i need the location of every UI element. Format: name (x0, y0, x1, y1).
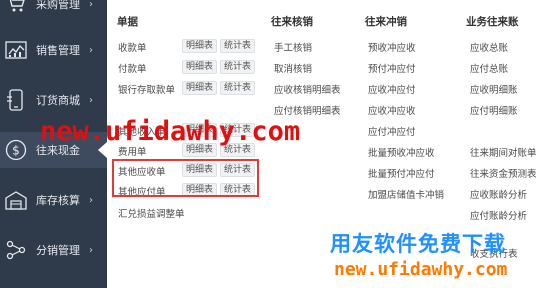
sidebar-item-label: 分销管理 (36, 244, 80, 257)
menu-item-business-6[interactable]: 往来资金预测表 (470, 166, 537, 180)
summary-report-tag[interactable]: 统计表 (220, 81, 256, 95)
warehouse-icon (4, 189, 28, 211)
menu-item-offset-2[interactable]: 预付冲应付 (368, 61, 416, 75)
detail-report-tag[interactable]: 明细表 (182, 39, 218, 53)
chevron-right-icon: › (89, 0, 93, 10)
chevron-right-icon: › (89, 44, 93, 56)
sidebar-item-inventory[interactable]: 库存核算 › (0, 182, 107, 218)
detail-report-tag[interactable]: 明细表 (182, 81, 218, 95)
menu-item-offset-6[interactable]: 批量预收冲应收 (368, 145, 435, 159)
dollar-icon: $ (4, 139, 28, 161)
chevron-right-icon: › (89, 244, 93, 256)
menu-item-payment[interactable]: 付款单 (118, 61, 147, 75)
sidebar-item-label: 库存核算 (36, 194, 80, 207)
column-title-documents: 单据 (117, 16, 138, 28)
cart-icon (4, 0, 28, 15)
sidebar-item-order-mall[interactable]: 订货商城 › (0, 82, 107, 118)
menu-item-business-5[interactable]: 往来期间对账单 (470, 145, 537, 159)
menu-item-business-7[interactable]: 应收账龄分析 (470, 187, 527, 201)
menu-item-business-8[interactable]: 应付账龄分析 (470, 208, 527, 222)
menu-item-fx-adjustment[interactable]: 汇兑损益调整单 (118, 206, 185, 220)
phone-icon (4, 89, 28, 111)
watermark-url-orange: new.ufidawhy.com (334, 259, 508, 280)
chart-icon (4, 39, 28, 61)
watermark-brand-blue: 用友软件免费下载 (330, 232, 506, 256)
summary-report-tag[interactable]: 统计表 (220, 39, 256, 53)
sidebar-item-label: 采购管理 (36, 0, 80, 11)
menu-item-ar-verify-detail[interactable]: 应收核销明细表 (274, 82, 341, 96)
sidebar-item-label: 销售管理 (36, 44, 80, 57)
menu-item-business-4[interactable]: 应付明细账 (470, 103, 518, 117)
menu-item-offset-1[interactable]: 预收冲应收 (368, 40, 416, 54)
sidebar-item-purchase[interactable]: 采购管理 › (0, 0, 107, 22)
summary-report-tag[interactable]: 统计表 (220, 60, 256, 74)
column-title-business: 业务往来账 (466, 16, 519, 28)
menu-item-offset-3[interactable]: 应收冲应付 (368, 82, 416, 96)
menu-item-receipt[interactable]: 收款单 (118, 40, 147, 54)
menu-item-offset-5[interactable]: 应付冲应付 (368, 124, 416, 138)
column-title-verification: 往来核销 (271, 16, 313, 28)
menu-item-offset-4[interactable]: 应收冲应收 (368, 103, 416, 117)
menu-item-manual-verify[interactable]: 手工核销 (274, 40, 312, 54)
sidebar-item-sales[interactable]: 销售管理 › (0, 32, 107, 68)
svg-text:$: $ (12, 144, 20, 158)
menu-item-offset-8[interactable]: 加盟店储值卡冲销 (368, 187, 444, 201)
menu-item-ap-verify-detail[interactable]: 应付核销明细表 (274, 103, 341, 117)
menu-item-business-3[interactable]: 应收明细账 (470, 82, 518, 96)
watermark-url-red: new.ufidawhy.com (40, 116, 301, 147)
chevron-right-icon: › (89, 94, 93, 106)
menu-item-business-2[interactable]: 应付总账 (470, 61, 508, 75)
highlight-box (112, 159, 259, 197)
sidebar-item-distribution[interactable]: 分销管理 › (0, 232, 107, 268)
chevron-right-icon: › (89, 194, 93, 206)
menu-item-offset-7[interactable]: 批量预付冲应付 (368, 166, 435, 180)
sidebar-item-label: 订货商城 (36, 94, 80, 107)
menu-item-bank-deposit[interactable]: 银行存取款单 (118, 82, 175, 96)
network-icon (4, 239, 28, 261)
column-title-offset: 往来冲销 (365, 16, 407, 28)
menu-item-cancel-verify[interactable]: 取消核销 (274, 61, 312, 75)
detail-report-tag[interactable]: 明细表 (182, 60, 218, 74)
menu-item-business-1[interactable]: 应收总账 (470, 40, 508, 54)
